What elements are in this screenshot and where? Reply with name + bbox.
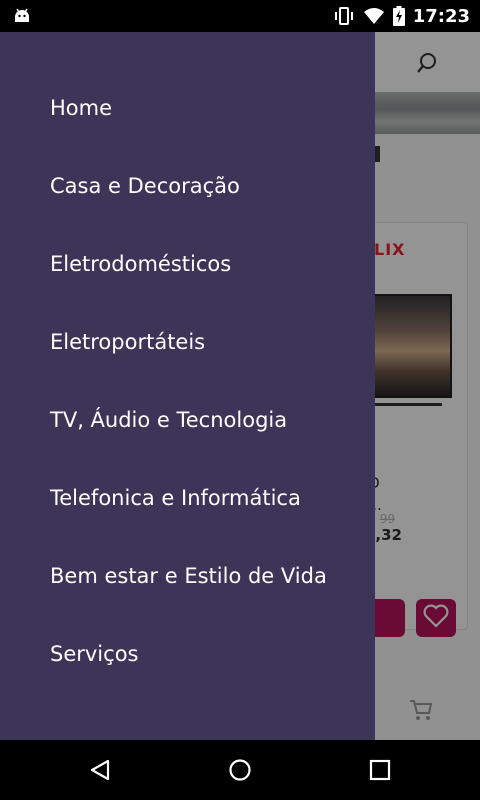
brand-logo-text: LIX <box>374 240 406 259</box>
recents-icon[interactable] <box>368 758 392 782</box>
wifi-icon <box>363 7 385 25</box>
menu-item-eletroportateis[interactable]: Eletroportáteis <box>0 303 375 381</box>
menu-item-label: Casa e Decoração <box>50 174 240 198</box>
menu-item-label: Telefonica e Informática <box>50 486 301 510</box>
menu-item-label: Serviços <box>50 642 139 666</box>
status-time: 17:23 <box>412 5 470 27</box>
navigation-drawer: Home Casa e Decoração Eletrodomésticos E… <box>0 32 375 740</box>
menu-item-label: Eletroportáteis <box>50 330 206 354</box>
android-icon <box>12 6 32 26</box>
status-bar: 17:23 <box>0 0 480 32</box>
menu-item-label: Eletrodomésticos <box>50 252 232 276</box>
battery-charging-icon <box>392 6 405 26</box>
menu-item-bem-estar[interactable]: Bem estar e Estilo de Vida <box>0 537 375 615</box>
menu-item-eletrodomesticos[interactable]: Eletrodomésticos <box>0 225 375 303</box>
back-icon[interactable] <box>88 758 112 782</box>
vibrate-icon <box>333 6 355 26</box>
menu-item-label: Bem estar e Estilo de Vida <box>50 564 327 588</box>
menu-item-tv-audio-tecnologia[interactable]: TV, Áudio e Tecnologia <box>0 381 375 459</box>
menu-item-label: Home <box>50 96 113 120</box>
menu-item-label: TV, Áudio e Tecnologia <box>50 408 288 432</box>
system-nav-bar <box>0 740 480 800</box>
menu-item-casa-e-decoracao[interactable]: Casa e Decoração <box>0 147 375 225</box>
menu-item-servicos[interactable]: Serviços <box>0 615 375 693</box>
home-icon[interactable] <box>228 758 252 782</box>
menu-item-telefonica-informatica[interactable]: Telefonica e Informática <box>0 459 375 537</box>
menu-item-home[interactable]: Home <box>0 69 375 147</box>
